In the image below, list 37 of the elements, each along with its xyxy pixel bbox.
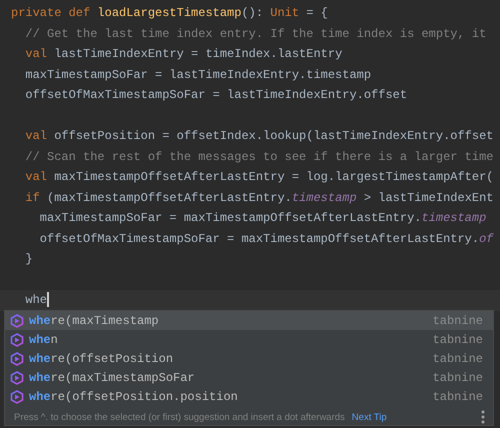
hexagon-logo-icon [10,314,24,328]
source-label: tabnine [432,332,483,346]
completion-item[interactable]: where(maxTimestampSoFar tabnine [5,368,493,387]
code-line: } [24,252,33,266]
completion-item[interactable]: when tabnine [5,330,493,349]
text-caret [47,292,50,308]
completion-item[interactable]: where(offsetPosition.position tabnine [5,387,493,406]
hexagon-logo-icon [10,370,24,384]
more-options-icon[interactable] [481,410,485,424]
suggestion-text: where(maxTimestamp [29,314,159,328]
next-tip-link[interactable]: Next Tip [352,412,387,422]
completion-item[interactable]: where(maxTimestamp tabnine [5,311,493,330]
code-line: maxTimestampSoFar = lastTimeIndexEntry.timestamp [24,68,372,82]
code-line: whe [24,293,50,307]
code-line: val offsetPosition = offsetIndex.lookup(lastTimeIndexEntry.offset [24,129,494,143]
completion-item[interactable]: where(offsetPosition tabnine [5,349,493,368]
suggestion-text: where(maxTimestampSoFar [29,370,195,384]
source-label: tabnine [432,352,483,366]
suggestion-text: when [29,332,58,346]
hexagon-logo-icon [10,352,24,366]
source-label: tabnine [432,314,483,328]
code-line: offsetOfMaxTimestampSoFar = maxTimestampOffsetAfterLastEntry.of [38,232,494,246]
source-label: tabnine [432,370,483,384]
code-line: maxTimestampSoFar = maxTimestampOffsetAfterLastEntry.timestamp [38,211,486,225]
tip-text: Press ^. to choose the selected (or first) suggestion and insert a dot afterwards [14,412,345,422]
code-line: val maxTimestampOffsetAfterLastEntry = log.largestTimestampAfter( [24,170,494,184]
code-line: private def loadLargestTimestamp(): Unit = { [11,6,328,20]
code-line: if (maxTimestampOffsetAfterLastEntry.timestamp > lastTimeIndexEnt [24,190,494,204]
code-line: val lastTimeIndexEntry = timeIndex.lastEntry [24,47,342,61]
hexagon-logo-icon [10,390,24,404]
code-line: // Scan the rest of the messages to see if there is a larger time [24,150,494,164]
code-line: // Get the last time index entry. If the time index is empty, it [24,26,486,40]
code-line: offsetOfMaxTimestampSoFar = lastTimeIndexEntry.offset [24,88,408,102]
suggestion-text: where(offsetPosition.position [29,390,238,404]
hexagon-logo-icon [10,332,24,346]
suggestion-text: where(offsetPosition [29,352,174,366]
source-label: tabnine [432,390,483,404]
